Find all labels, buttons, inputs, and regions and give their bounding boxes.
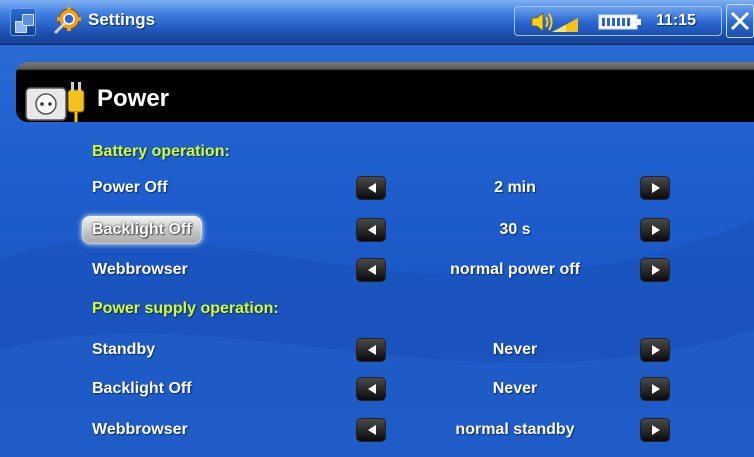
- arrow-left-icon: [368, 225, 376, 235]
- setting-label-selected[interactable]: Backlight Off: [82, 216, 202, 244]
- decrease-button[interactable]: [356, 258, 386, 282]
- arrow-right-icon: [652, 345, 660, 355]
- arrow-right-icon: [652, 183, 660, 193]
- increase-button[interactable]: [640, 377, 670, 401]
- setting-label[interactable]: Standby: [92, 340, 155, 360]
- clock: 11:15: [656, 12, 697, 29]
- decrease-button[interactable]: [356, 377, 386, 401]
- increase-button[interactable]: [640, 418, 670, 442]
- section-battery-operation: Battery operation:: [92, 143, 230, 160]
- arrow-right-icon: [652, 225, 660, 235]
- arrow-left-icon: [368, 425, 376, 435]
- decrease-button[interactable]: [356, 418, 386, 442]
- speaker-volume-icon[interactable]: [528, 10, 580, 34]
- close-icon: [730, 11, 750, 31]
- increase-button[interactable]: [640, 176, 670, 200]
- close-button[interactable]: [726, 4, 754, 38]
- setting-label[interactable]: Power Off: [92, 178, 168, 198]
- setting-value: normal standby: [455, 421, 575, 438]
- decrease-button[interactable]: [356, 338, 386, 362]
- power-outlet-icon: [25, 82, 85, 122]
- arrow-left-icon: [368, 345, 376, 355]
- battery-icon: [598, 14, 641, 30]
- setting-value: Never: [492, 380, 538, 397]
- decrease-button[interactable]: [356, 218, 386, 242]
- arrow-left-icon: [368, 265, 376, 275]
- setting-label[interactable]: Backlight Off: [92, 379, 192, 399]
- arrow-right-icon: [652, 425, 660, 435]
- window-square-front: [22, 14, 34, 26]
- setting-value: 30 s: [499, 221, 531, 238]
- setting-label[interactable]: Webbrowser: [92, 260, 188, 280]
- settings-gear-icon: [54, 7, 81, 34]
- setting-value: Never: [492, 341, 538, 358]
- arrow-left-icon: [368, 183, 376, 193]
- app-title: Settings: [88, 10, 156, 29]
- setting-label[interactable]: Webbrowser: [92, 420, 188, 440]
- increase-button[interactable]: [640, 218, 670, 242]
- setting-value: normal power off: [450, 261, 580, 278]
- increase-button[interactable]: [640, 258, 670, 282]
- arrow-right-icon: [652, 384, 660, 394]
- section-power-supply-operation: Power supply operation:: [92, 300, 279, 317]
- arrow-right-icon: [652, 265, 660, 275]
- increase-button[interactable]: [640, 338, 670, 362]
- setting-value: 2 min: [494, 179, 536, 196]
- decrease-button[interactable]: [356, 176, 386, 200]
- page-title: Power: [97, 85, 170, 112]
- windows-menu-button[interactable]: [10, 8, 36, 36]
- arrow-left-icon: [368, 384, 376, 394]
